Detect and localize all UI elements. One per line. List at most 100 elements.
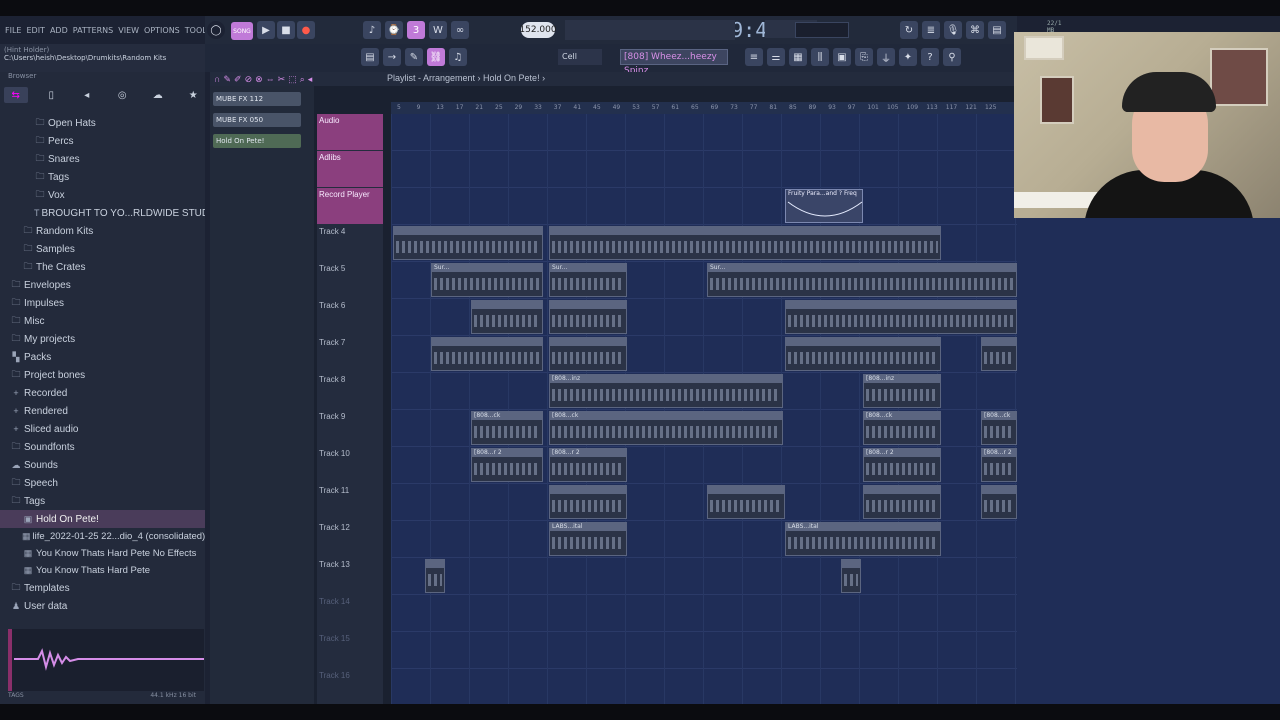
- help-icon[interactable]: ?: [921, 48, 939, 66]
- timeline-ruler[interactable]: 5 9 13 17 21 25 29 33 37 41 45 49 53 57 61 65 69 73 77 81 85…: [391, 102, 1017, 114]
- metronome-icon[interactable]: ♪: [363, 21, 381, 39]
- slip-icon[interactable]: ⇔: [266, 74, 275, 85]
- track-lane[interactable]: [391, 558, 1017, 595]
- browser-item[interactable]: ♟ User data: [0, 597, 205, 615]
- pattern-clip[interactable]: LABS...ital: [549, 522, 627, 556]
- clip-source-item[interactable]: MUBE FX 050: [213, 113, 301, 127]
- menu-edit[interactable]: EDIT: [26, 26, 44, 35]
- clip-source-item[interactable]: Hold On Pete!: [213, 134, 301, 148]
- pattern-clip[interactable]: [808...r 2: [863, 448, 941, 482]
- pattern-clip[interactable]: Sur...: [707, 263, 1017, 297]
- menu-patterns[interactable]: PATTERNS: [73, 26, 113, 35]
- mixer-sliders-icon[interactable]: ⫼: [811, 48, 829, 66]
- track-header[interactable]: Track 13: [317, 558, 383, 594]
- wait-input-icon[interactable]: ⌚: [385, 21, 403, 39]
- wrench-icon[interactable]: ✦: [899, 48, 917, 66]
- menu-file[interactable]: FILE: [5, 26, 21, 35]
- pattern-clip[interactable]: [863, 485, 941, 519]
- pattern-clip[interactable]: LABS...ital: [785, 522, 941, 556]
- pattern-clip[interactable]: [808...ck: [981, 411, 1017, 445]
- menu-view[interactable]: VIEW: [118, 26, 139, 35]
- track-header[interactable]: Track 6: [317, 299, 383, 335]
- play-icon[interactable]: ▶: [257, 21, 275, 39]
- browser-tab-plugins-icon[interactable]: ◂: [75, 87, 99, 103]
- track-header[interactable]: Track 8: [317, 373, 383, 409]
- browser-item[interactable]: ▦ You Know Thats Hard Pete No Effects: [0, 545, 205, 562]
- pattern-clip[interactable]: [808...inz: [863, 374, 941, 408]
- browser-item[interactable]: 🗀 Impulses: [0, 294, 205, 312]
- stop-icon[interactable]: ■: [277, 21, 295, 39]
- magnet-icon[interactable]: ∩: [214, 74, 220, 85]
- pattern-selector[interactable]: [808] Wheez...heezy Spinz: [620, 49, 728, 76]
- countdown-icon[interactable]: 3: [407, 21, 425, 39]
- track-header[interactable]: Track 12: [317, 521, 383, 557]
- browser-tab-all-icon[interactable]: ⇆: [4, 87, 28, 103]
- menu-options[interactable]: OPTIONS: [144, 26, 180, 35]
- arrow-right-icon[interactable]: →: [383, 48, 401, 66]
- track-header[interactable]: Track 4: [317, 225, 383, 261]
- track-lane[interactable]: [391, 188, 1017, 225]
- pattern-clip[interactable]: [808...ck: [549, 411, 783, 445]
- draw-icon[interactable]: ✎: [223, 74, 231, 85]
- track-lane[interactable]: [391, 669, 1017, 706]
- pattern-clip[interactable]: [808...inz: [549, 374, 783, 408]
- browser-item[interactable]: TBROUGHT TO YO...RLDWIDE STUDIOS: [0, 204, 205, 222]
- track-header[interactable]: Track 14: [317, 595, 383, 631]
- pattern-clip[interactable]: [549, 226, 941, 260]
- pattern-clip[interactable]: [808...r 2: [471, 448, 543, 482]
- browser-item[interactable]: 🗀 Templates: [0, 579, 205, 597]
- browser-item[interactable]: ☁ Sounds: [0, 456, 205, 474]
- tuner-icon[interactable]: ⚲: [943, 48, 961, 66]
- browser-item[interactable]: 🗀 Random Kits: [0, 222, 205, 240]
- track-lane[interactable]: [391, 595, 1017, 632]
- pattern-clip[interactable]: [981, 337, 1017, 371]
- browser-item[interactable]: 🗀 Soundfonts: [0, 438, 205, 456]
- plug-icon[interactable]: ⏚: [877, 48, 895, 66]
- browser-tab-starred-icon[interactable]: ★: [182, 87, 206, 103]
- paint-icon[interactable]: ✐: [234, 74, 242, 85]
- clipboard-icon[interactable]: ⎘: [855, 48, 873, 66]
- headphones-icon[interactable]: ♫: [449, 48, 467, 66]
- browser-item[interactable]: 🗀 Percs: [0, 132, 205, 150]
- browser-item[interactable]: 🗀 The Crates: [0, 258, 205, 276]
- mixer-icon[interactable]: ≣: [922, 21, 940, 39]
- slice-icon[interactable]: ✂: [278, 74, 286, 85]
- track-header[interactable]: Track 10: [317, 447, 383, 483]
- pattern-clip[interactable]: Sur...: [549, 263, 627, 297]
- pattern-clip[interactable]: [785, 300, 1017, 334]
- pattern-clip[interactable]: [549, 485, 627, 519]
- plugin-icon[interactable]: ⌘: [966, 21, 984, 39]
- browser-tab-files-icon[interactable]: ▯: [40, 87, 64, 103]
- pattern-clip[interactable]: [549, 300, 627, 334]
- browser-item[interactable]: ▦ You Know Thats Hard Pete: [0, 562, 205, 579]
- zoom-icon[interactable]: ⌕: [300, 74, 305, 85]
- browser-item[interactable]: 🗀 Speech: [0, 474, 205, 492]
- track-header[interactable]: Track 5: [317, 262, 383, 298]
- browser-item[interactable]: + Recorded: [0, 384, 205, 402]
- browser-item[interactable]: 🗀 Tags: [0, 168, 205, 186]
- browser-item[interactable]: 🗀 Snares: [0, 150, 205, 168]
- browser-item[interactable]: 🗀 Tags: [0, 492, 205, 510]
- link-icon[interactable]: ⛓: [427, 48, 445, 66]
- browser-item[interactable]: ▣ Hold On Pete!: [0, 510, 205, 528]
- browser-item[interactable]: 🗀 Open Hats: [0, 114, 205, 132]
- pattern-clip[interactable]: [841, 559, 861, 593]
- delete-icon[interactable]: ⊘: [245, 74, 253, 85]
- browser-item[interactable]: 🗀 Misc: [0, 312, 205, 330]
- browser-item[interactable]: 🗀 Envelopes: [0, 276, 205, 294]
- pattern-clip[interactable]: [425, 559, 445, 593]
- track-header[interactable]: Track 16: [317, 669, 383, 705]
- track-header[interactable]: Audio: [317, 114, 383, 150]
- step-edit-icon[interactable]: W: [429, 21, 447, 39]
- browser-item[interactable]: ▚ Packs: [0, 348, 205, 366]
- track-header[interactable]: Track 15: [317, 632, 383, 668]
- clip-source-item[interactable]: MUBE FX 112: [213, 92, 301, 106]
- track-header[interactable]: Track 9: [317, 410, 383, 446]
- pattern-clip[interactable]: [981, 485, 1017, 519]
- undo-history-icon[interactable]: ↻: [900, 21, 918, 39]
- track-lane[interactable]: [391, 151, 1017, 188]
- browser-item[interactable]: + Sliced audio: [0, 420, 205, 438]
- record-icon[interactable]: ●: [297, 21, 315, 39]
- playlist-icon[interactable]: ≡: [745, 48, 763, 66]
- pattern-clip[interactable]: [707, 485, 785, 519]
